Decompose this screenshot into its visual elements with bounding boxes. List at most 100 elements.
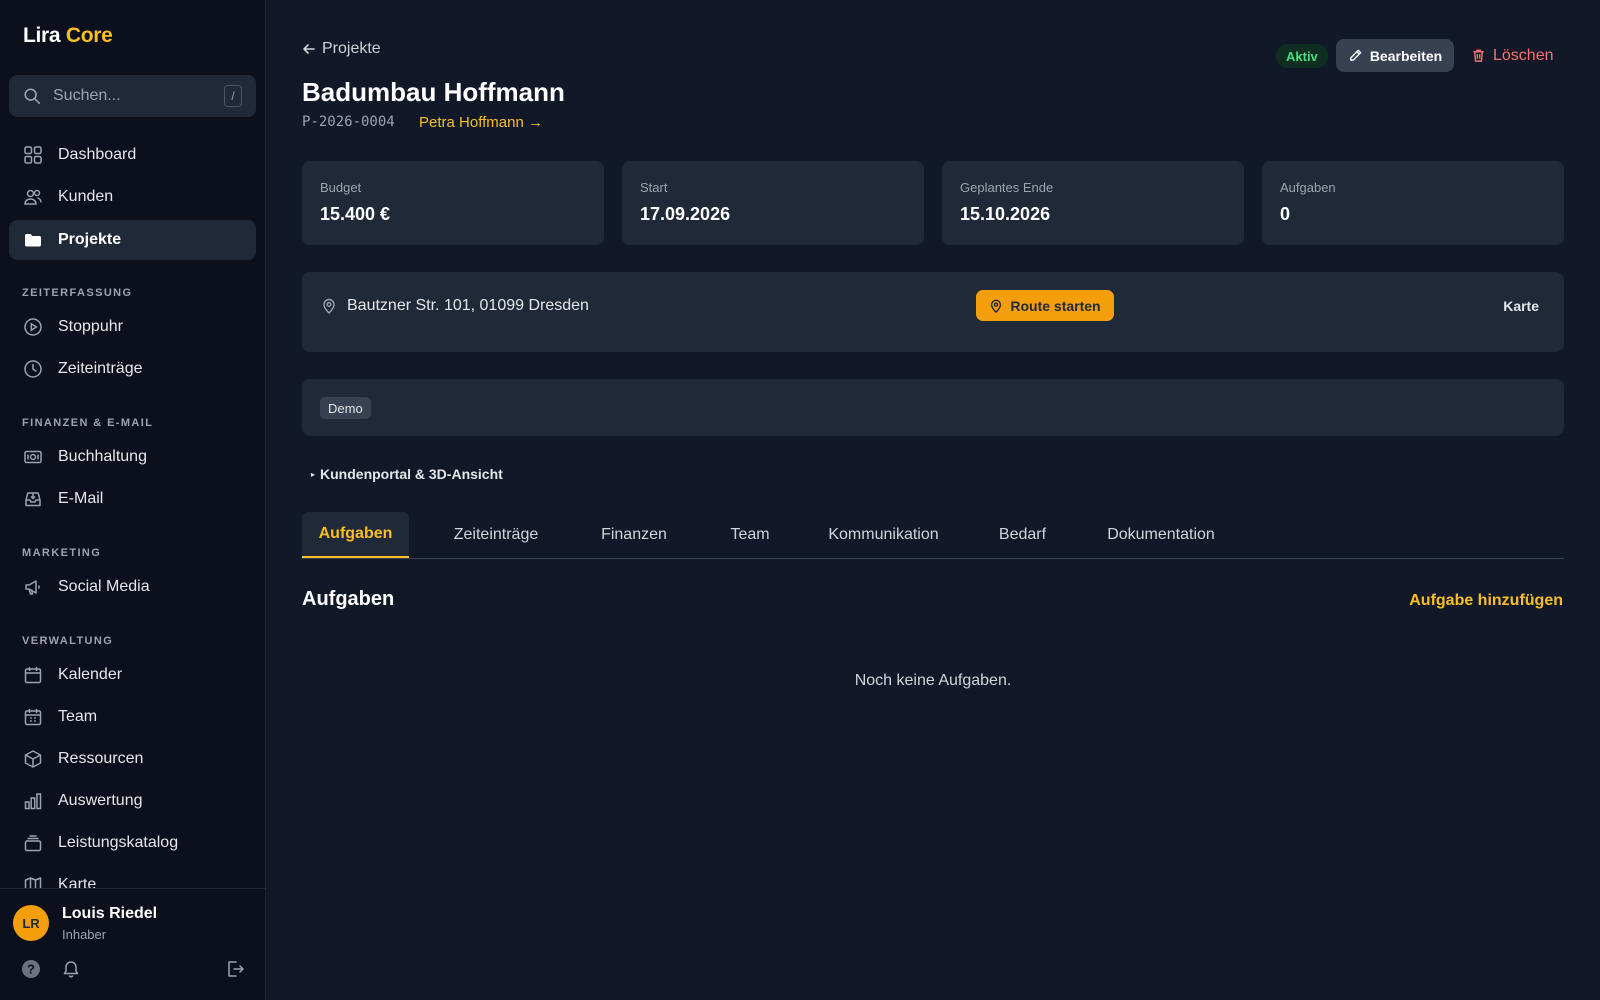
- stat-card-tasks: Aufgaben 0: [1262, 161, 1564, 245]
- calendar-icon: [23, 665, 43, 685]
- edit-button-label: Bearbeiten: [1369, 47, 1443, 64]
- layers-icon: [23, 833, 43, 853]
- tab-aufgaben[interactable]: Aufgaben: [302, 512, 409, 558]
- sidebar-item-kalender[interactable]: Kalender: [9, 655, 256, 695]
- tab-bar: Aufgaben Zeiteinträge Finanzen Team Komm…: [302, 512, 1564, 559]
- section-label-marketing: MARKETING: [22, 547, 102, 559]
- stat-value: 15.10.2026: [960, 204, 1051, 224]
- edit-button[interactable]: Bearbeiten: [1336, 39, 1454, 72]
- sidebar-item-label: Social Media: [58, 578, 150, 595]
- sidebar-item-projekte[interactable]: Projekte: [9, 220, 256, 260]
- address-card: Bautzner Str. 101, 01099 Dresden Route s…: [302, 272, 1564, 352]
- sidebar-item-label: Kalender: [58, 666, 123, 683]
- grid-icon: [23, 145, 43, 165]
- svg-text:?: ?: [27, 962, 35, 977]
- stat-label: Start: [640, 180, 668, 195]
- sidebar-item-ressourcen[interactable]: Ressourcen: [9, 739, 256, 779]
- sidebar-item-label: Projekte: [58, 231, 122, 248]
- sidebar-item-stoppuhr[interactable]: Stoppuhr: [9, 307, 256, 347]
- tab-zeiteintraege[interactable]: Zeiteinträge: [446, 512, 546, 558]
- tasks-section-title: Aufgaben: [302, 588, 395, 610]
- sidebar-item-label: Ressourcen: [58, 750, 144, 767]
- sidebar-item-label: Buchhaltung: [58, 448, 147, 465]
- sidebar-item-team[interactable]: Team: [9, 697, 256, 737]
- page-title: Badumbau Hoffmann: [302, 77, 565, 107]
- sidebar-item-auswertung[interactable]: Auswertung: [9, 781, 256, 821]
- stat-value: 15.400 €: [320, 204, 391, 224]
- section-label-finanzen: FINANZEN & E-MAIL: [22, 417, 154, 429]
- search-icon: [23, 87, 41, 105]
- map-pin-icon: [321, 298, 337, 314]
- sidebar-item-social-media[interactable]: Social Media: [9, 567, 256, 607]
- calendar-grid-icon: [23, 707, 43, 727]
- avatar[interactable]: LR: [13, 905, 49, 941]
- route-start-button[interactable]: Route starten: [976, 290, 1114, 321]
- stat-card-start: Start 17.09.2026: [622, 161, 924, 245]
- customer-portal-toggle[interactable]: ▸ Kundenportal & 3D-Ansicht: [311, 466, 503, 482]
- stat-value: 17.09.2026: [640, 204, 731, 224]
- project-address: Bautzner Str. 101, 01099 Dresden: [347, 297, 589, 314]
- sidebar-item-label: Dashboard: [58, 146, 137, 163]
- sidebar-item-kunden[interactable]: Kunden: [9, 177, 256, 217]
- sidebar-item-zeiteintraege[interactable]: Zeiteinträge: [9, 349, 256, 389]
- search-shortcut-key: /: [224, 85, 242, 107]
- project-id: P-2026-0004: [302, 114, 395, 130]
- sidebar-footer: LR Louis Riedel Inhaber ?: [0, 888, 265, 1000]
- inbox-icon: [23, 489, 43, 509]
- bell-icon[interactable]: [61, 959, 81, 979]
- sidebar-item-label: Auswertung: [58, 792, 143, 809]
- tag-demo: Demo: [320, 397, 371, 419]
- tab-kommunikation[interactable]: Kommunikation: [816, 512, 951, 558]
- stat-value: 0: [1280, 204, 1291, 224]
- sidebar: Lira Core Suchen... / Dashboard Kunden P…: [0, 0, 266, 1000]
- tab-team[interactable]: Team: [720, 512, 780, 558]
- sidebar-item-label: Team: [58, 708, 98, 725]
- caret-right-icon: ▸: [311, 469, 316, 479]
- box-icon: [23, 749, 43, 769]
- logo-accent: Core: [65, 24, 113, 47]
- search-input[interactable]: Suchen... /: [9, 75, 256, 117]
- status-badge: Aktiv: [1276, 44, 1328, 68]
- app-logo[interactable]: Lira Core: [23, 24, 113, 48]
- stat-label: Budget: [320, 180, 362, 195]
- customer-portal-label: Kundenportal & 3D-Ansicht: [320, 466, 503, 482]
- back-link-label: Projekte: [322, 40, 381, 57]
- logout-icon[interactable]: [225, 959, 245, 979]
- stat-label: Aufgaben: [1280, 180, 1336, 195]
- sidebar-item-label: Leistungskatalog: [58, 834, 179, 851]
- sidebar-item-leistungskatalog[interactable]: Leistungskatalog: [9, 823, 256, 863]
- folder-icon: [23, 230, 43, 250]
- customer-link[interactable]: Petra Hoffmann →: [419, 114, 543, 131]
- delete-button-label: Löschen: [1493, 46, 1554, 64]
- trash-icon: [1473, 49, 1484, 62]
- map-link[interactable]: Karte: [1503, 298, 1539, 314]
- stat-card-budget: Budget 15.400 €: [302, 161, 604, 245]
- user-name: Louis Riedel: [62, 905, 158, 922]
- play-circle-icon: [23, 317, 43, 337]
- sidebar-item-email[interactable]: E-Mail: [9, 479, 256, 519]
- tab-finanzen[interactable]: Finanzen: [594, 512, 674, 558]
- sidebar-item-label: Zeiteinträge: [58, 360, 143, 377]
- back-link[interactable]: Projekte: [302, 40, 381, 58]
- section-label-verwaltung: VERWALTUNG: [22, 635, 114, 647]
- tab-bedarf[interactable]: Bedarf: [985, 512, 1060, 558]
- arrow-left-icon: [303, 44, 315, 54]
- logo-primary: Lira: [23, 24, 61, 47]
- sidebar-item-buchhaltung[interactable]: Buchhaltung: [9, 437, 256, 477]
- tab-dokumentation[interactable]: Dokumentation: [1096, 512, 1226, 558]
- sidebar-item-dashboard[interactable]: Dashboard: [9, 135, 256, 175]
- stat-card-end: Geplantes Ende 15.10.2026: [942, 161, 1244, 245]
- sidebar-item-label: Stoppuhr: [58, 318, 123, 335]
- delete-button[interactable]: Löschen: [1471, 39, 1561, 72]
- help-icon[interactable]: ?: [21, 959, 41, 979]
- banknote-icon: [23, 447, 43, 467]
- sidebar-item-label: E-Mail: [58, 490, 104, 507]
- section-label-zeiterfassung: ZEITERFASSUNG: [22, 287, 133, 299]
- route-start-label: Route starten: [1010, 297, 1101, 314]
- user-role: Inhaber: [62, 927, 107, 942]
- map-pin-icon: [991, 299, 1002, 313]
- stat-label: Geplantes Ende: [960, 180, 1054, 195]
- add-task-button[interactable]: Aufgabe hinzufügen: [1409, 592, 1563, 610]
- tags-card: Demo: [302, 379, 1564, 436]
- sidebar-item-label: Kunden: [58, 188, 114, 205]
